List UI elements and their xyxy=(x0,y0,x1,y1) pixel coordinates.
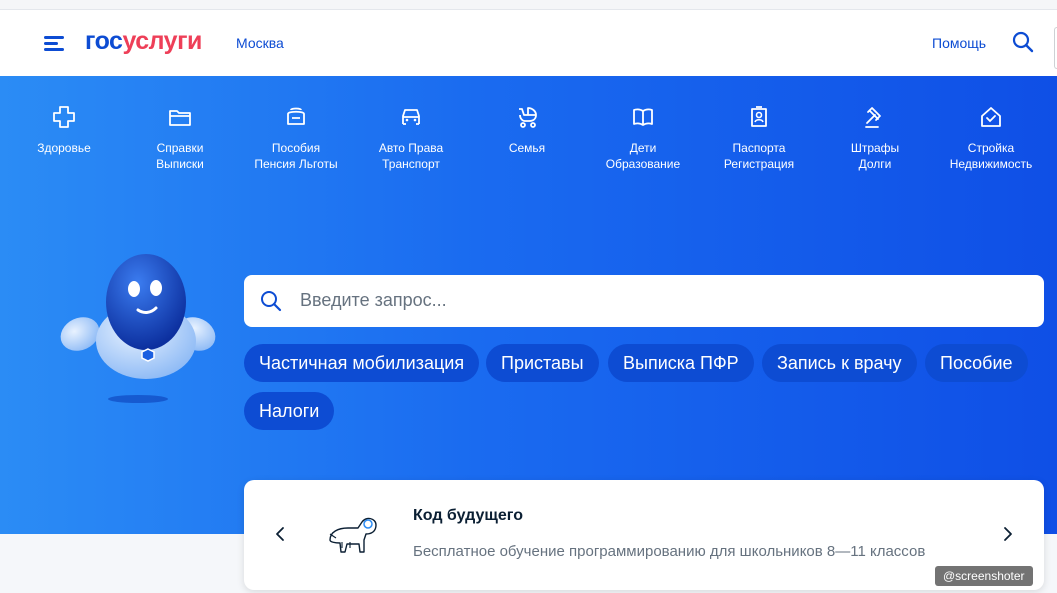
search-input[interactable]: Введите запрос... xyxy=(244,275,1044,327)
browser-top-strip xyxy=(0,0,1057,10)
category-label-line1: Семья xyxy=(508,141,546,155)
category-label-line1: Здоровье xyxy=(37,141,91,155)
category-label-line1: Дети xyxy=(629,141,657,155)
category-health[interactable]: Здоровье xyxy=(6,100,122,156)
chip-mobilization[interactable]: Частичная мобилизация xyxy=(244,344,480,382)
category-label-line1: Пособия xyxy=(271,141,321,155)
category-label-line1: Стройка xyxy=(967,141,1015,155)
wallet-icon xyxy=(287,107,305,125)
category-label-line2: Выписки xyxy=(156,157,204,171)
category-fines[interactable]: Штрафы Долги xyxy=(817,100,933,172)
category-label-line2: Транспорт xyxy=(382,157,440,171)
house-icon xyxy=(981,107,1001,127)
category-benefits[interactable]: Пособия Пенсия Льготы xyxy=(238,100,354,172)
hero-section: Здоровье Справки Выписки Пособия Пенсия … xyxy=(0,76,1057,534)
category-children[interactable]: Дети Образование xyxy=(585,100,701,172)
promo-description: Бесплатное обучение программированию для… xyxy=(413,543,926,560)
chip-allowance[interactable]: Пособие xyxy=(925,344,1028,382)
logo-text-part2: услуги xyxy=(122,27,202,55)
category-passports[interactable]: Паспорта Регистрация xyxy=(701,100,817,172)
category-construction[interactable]: Стройка Недвижимость xyxy=(933,100,1049,172)
health-cross-icon xyxy=(53,106,75,128)
book-icon xyxy=(633,108,653,126)
category-label-line1: Паспорта xyxy=(732,141,786,155)
chevron-left-icon[interactable] xyxy=(272,524,288,544)
robot-dog-icon xyxy=(329,517,377,553)
category-label-line2: Регистрация xyxy=(723,157,795,171)
chevron-right-icon[interactable] xyxy=(1000,524,1016,544)
gosuslugi-logo[interactable]: госуслуги xyxy=(85,27,202,56)
help-link[interactable]: Помощь xyxy=(932,35,986,51)
search-placeholder: Введите запрос... xyxy=(300,290,447,310)
category-label-line2: Долги xyxy=(858,157,892,171)
screenshoter-watermark: @screenshoter xyxy=(935,566,1033,586)
category-label-line1: Штрафы xyxy=(850,141,900,155)
category-label-line2: Пенсия Льготы xyxy=(254,157,338,171)
folder-icon xyxy=(169,110,191,126)
category-family[interactable]: Семья xyxy=(469,100,585,156)
category-label-line1: Справки xyxy=(156,141,204,155)
city-selector[interactable]: Москва xyxy=(236,35,284,51)
category-label-line1: Авто Права xyxy=(378,141,444,155)
promo-card[interactable]: Код будущего Бесплатное обучение програм… xyxy=(244,480,1044,590)
menu-icon[interactable] xyxy=(44,33,66,53)
robot-mascot xyxy=(60,254,216,403)
category-label-line2: Образование xyxy=(605,157,681,171)
stroller-icon xyxy=(519,107,537,128)
chip-doctor-appointment[interactable]: Запись к врачу xyxy=(762,344,917,382)
category-certificates[interactable]: Справки Выписки xyxy=(122,100,238,172)
chip-pfr-statement[interactable]: Выписка ПФР xyxy=(608,344,754,382)
category-auto[interactable]: Авто Права Транспорт xyxy=(353,100,469,172)
chip-taxes[interactable]: Налоги xyxy=(244,392,335,430)
car-icon xyxy=(402,109,420,125)
category-nav: Здоровье Справки Выписки Пособия Пенсия … xyxy=(0,100,1057,180)
category-label-line2: Недвижимость xyxy=(949,157,1033,171)
site-header: госуслуги Москва Помощь xyxy=(0,11,1057,76)
logo-text-part1: гос xyxy=(85,27,123,55)
search-icon xyxy=(261,291,282,312)
gavel-icon xyxy=(865,107,881,128)
promo-title: Код будущего xyxy=(413,507,523,524)
chip-bailiffs[interactable]: Приставы xyxy=(486,344,599,382)
search-icon[interactable] xyxy=(1012,31,1034,53)
passport-icon xyxy=(751,106,767,127)
